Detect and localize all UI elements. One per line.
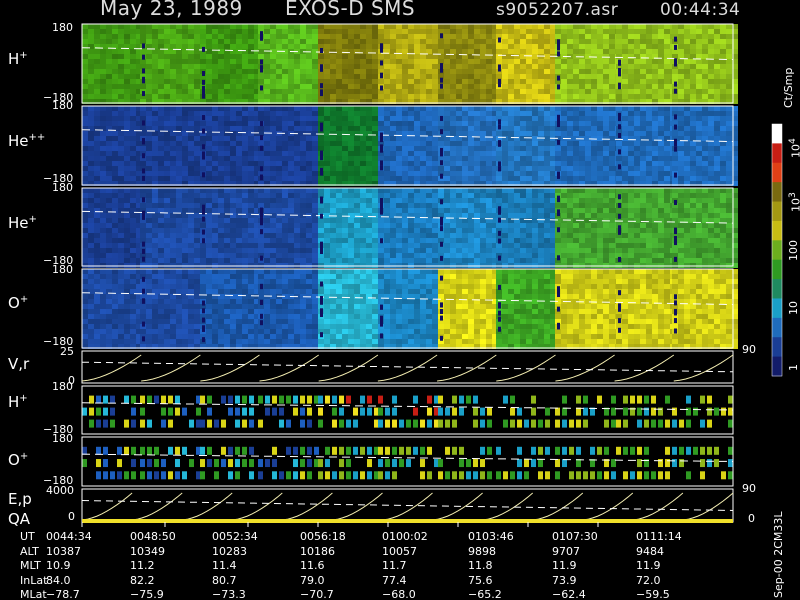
colorbar-cell	[772, 356, 782, 377]
footer-cell: 0056:18	[300, 530, 346, 543]
footer-cell: 9484	[636, 544, 664, 558]
tick-h2-top: 180	[52, 380, 73, 393]
footer-cell: 0103:46	[468, 530, 514, 543]
footer-cell: 84.0	[46, 573, 71, 587]
colorbar-cell	[772, 240, 782, 261]
colorbar-tick-2: 100	[787, 240, 800, 261]
tick-ep-bot: 0	[68, 510, 75, 523]
footer-cell: 73.9	[552, 573, 577, 587]
label-h-plus-2: H+	[8, 393, 28, 411]
label-ep: E,p	[8, 490, 32, 508]
tick-hep-top: 180	[52, 181, 73, 194]
label-o-plus: O+	[8, 294, 29, 312]
footer-cell: 10349	[130, 544, 165, 558]
footer-cell: 79.0	[300, 573, 325, 587]
colorbar-cell	[772, 124, 782, 144]
footer-cell: 0052:34	[212, 530, 258, 543]
footer-cell: 10387	[46, 544, 81, 558]
footer-cell: 11.9	[636, 559, 661, 572]
footer-label-ut: UT	[20, 530, 35, 543]
colorbar-tick-3: 10	[787, 301, 800, 315]
footer-cell: 82.2	[130, 573, 155, 587]
footer-label-mlat: MLat	[20, 588, 47, 600]
footer-cell: 10283	[212, 544, 247, 558]
footer-cell: −75.9	[130, 588, 164, 600]
tick-ep-right-bot: 0	[748, 512, 755, 525]
footer-cell: 11.8	[468, 559, 493, 572]
footer-cell: 80.7	[212, 573, 237, 587]
colorbar-cell	[772, 143, 782, 164]
footer-cell: 77.4	[382, 573, 407, 587]
label-qa: QA	[8, 510, 31, 528]
footer-cell: −68.0	[382, 588, 416, 600]
colorbar-cell	[772, 220, 782, 241]
label-vr: V,r	[8, 355, 30, 373]
colorbar-unit: Ct/Smp	[782, 67, 795, 108]
footer-cell: −78.7	[46, 588, 80, 600]
colorbar-cell	[772, 162, 782, 183]
tick-vr-top: 25	[60, 345, 74, 358]
spectrogram-panels	[81, 23, 783, 527]
tick-o2-top: 180	[52, 432, 73, 445]
footer-cell: 0100:02	[382, 530, 428, 543]
footer-cell: 11.7	[382, 559, 407, 572]
label-h-plus: H+	[8, 50, 28, 68]
footer-cell: −65.2	[468, 588, 502, 600]
label-o-plus-2: O+	[8, 451, 29, 469]
footer-cell: 10057	[382, 544, 417, 558]
tick-h-top: 180	[52, 21, 73, 34]
tick-ep-top: 4000	[46, 484, 74, 497]
label-he-p: He+	[8, 214, 37, 232]
colorbar-cell	[772, 182, 782, 203]
label-he-pp: He++	[8, 132, 46, 150]
colorbar-tick-0: 104	[787, 138, 800, 158]
footer-cell: −62.4	[552, 588, 586, 600]
footer-cell: 11.2	[130, 559, 155, 572]
colorbar-cell	[772, 259, 782, 280]
footer-cell: 9898	[468, 544, 496, 558]
footer-cell: 11.6	[300, 559, 325, 572]
footer-cell: 0107:30	[552, 530, 598, 543]
colorbar-tick-4: 1	[787, 364, 800, 371]
colorbar-cell	[772, 337, 782, 358]
footer-cell: 11.9	[552, 559, 577, 572]
tick-o-top: 180	[52, 263, 73, 276]
footer-cell: 10186	[300, 544, 335, 558]
footer-cell: 11.4	[212, 559, 237, 572]
qa-bar	[82, 519, 733, 523]
tick-ep-right-top: 90	[742, 482, 756, 495]
colorbar-cell	[772, 298, 782, 319]
footer-cell: 75.6	[468, 573, 493, 587]
footer-label-mlt: MLT	[20, 559, 41, 572]
footer-cell: −70.7	[300, 588, 334, 600]
colorbar-cell	[772, 279, 782, 299]
footer-label-alt: ALT	[20, 544, 39, 558]
colorbar-tick-1: 103	[787, 192, 800, 212]
version-stamp: Sep-00 2CM33L	[772, 511, 785, 599]
footer-cell: 0044:34	[46, 530, 92, 543]
sms-plot-page: { "header": { "date": "May 23, 1989", "i…	[0, 0, 800, 600]
colorbar-cell	[772, 201, 782, 222]
footer-label-inlat: InLat	[20, 573, 48, 587]
tick-vr-right: 90	[742, 343, 756, 356]
footer-cell: 10.9	[46, 559, 71, 572]
footer-cell: 0048:50	[130, 530, 176, 543]
tick-hepp-top: 180	[52, 99, 73, 112]
footer-cell: 9707	[552, 544, 580, 558]
footer-cell: −59.5	[636, 588, 670, 600]
footer-cell: −73.3	[212, 588, 246, 600]
footer-cell: 72.0	[636, 573, 661, 587]
colorbar-cell	[772, 317, 782, 338]
footer-cell: 0111:14	[636, 530, 682, 543]
